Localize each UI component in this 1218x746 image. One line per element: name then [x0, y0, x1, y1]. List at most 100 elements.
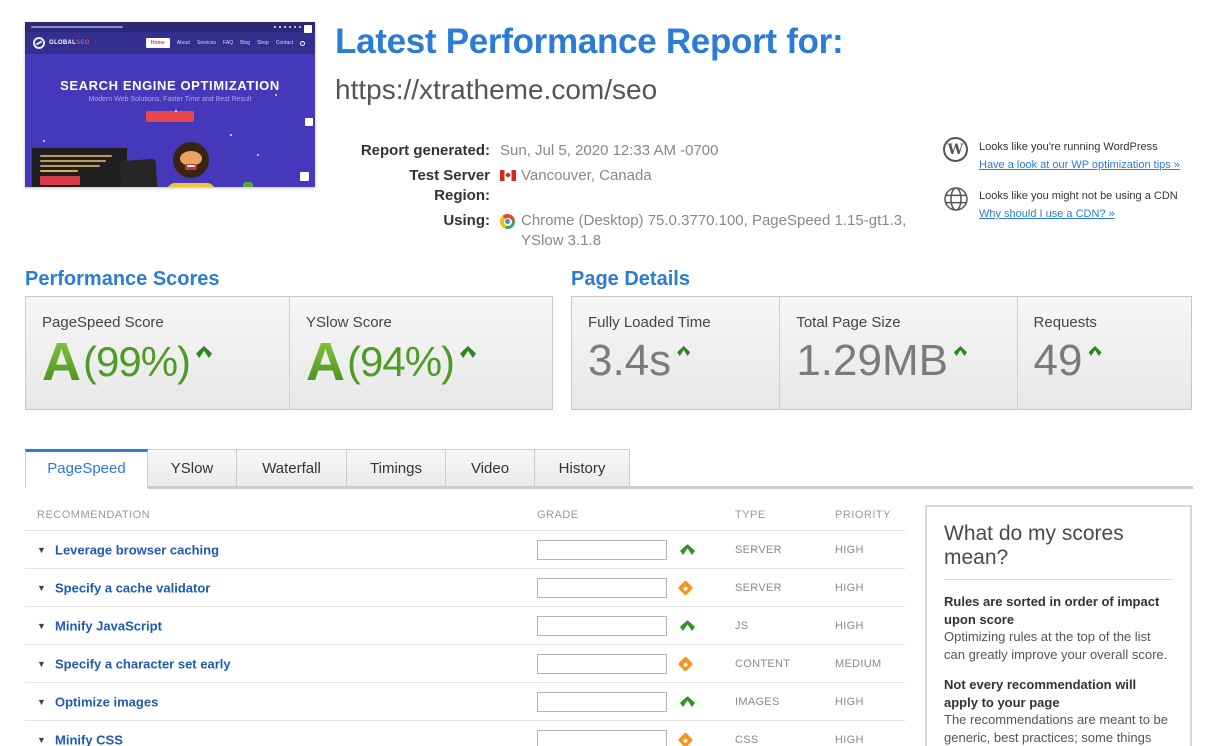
fully-loaded-time-label: Fully Loaded Time [588, 314, 711, 331]
type-value: JS [735, 619, 749, 632]
generated-label: Report generated: [360, 142, 490, 159]
recommendations-table: RECOMMENDATION GRADE TYPE PRIORITY ▼ Lev… [25, 505, 905, 746]
region-label: Test Server Region: [409, 167, 490, 204]
expand-icon[interactable]: ▼ [37, 583, 46, 593]
using-value: Chrome (Desktop) 75.0.3770.100, PageSpee… [500, 211, 940, 251]
cdn-why-link[interactable]: Why should I use a CDN? » [979, 208, 1115, 220]
recommendation-link[interactable]: Optimize images [55, 694, 158, 709]
report-tabs: PageSpeed YSlow Waterfall Timings Video … [25, 449, 630, 488]
requests-value: 49 [1033, 336, 1083, 385]
yslow-score-label: YSlow Score [306, 314, 392, 331]
grade-bar: A (98) [537, 615, 667, 636]
scores-point1-text: Optimizing rules at the top of the list … [944, 629, 1168, 662]
table-row: ▼ Optimize images A (99) IMAGES HIGH [25, 683, 905, 721]
recommendation-link[interactable]: Leverage browser caching [55, 542, 219, 557]
yslow-grade: A [306, 332, 345, 392]
col-recommendation: RECOMMENDATION [37, 509, 151, 521]
performance-scores-box: PageSpeed Score A (99%) YSlow Score A (9… [25, 296, 553, 410]
tab-yslow[interactable]: YSlow [148, 449, 237, 488]
type-value: SERVER [735, 581, 782, 594]
grade-bar: A (94) [537, 577, 667, 598]
region-value: Vancouver, Canada [500, 166, 652, 186]
tab-timings[interactable]: Timings [347, 449, 446, 488]
page-title: Latest Performance Report for: [335, 22, 844, 61]
grade-bar: A (92) [537, 539, 667, 560]
canada-flag-icon [500, 170, 516, 181]
grade-trend-icon [680, 544, 695, 555]
thumb-nav-item: FAQ [223, 40, 234, 46]
fully-loaded-time-value: 3.4s [588, 336, 672, 385]
scores-meaning-heading: What do my scores mean? [944, 522, 1124, 569]
thumb-nav-item: Shop [257, 40, 269, 46]
page-details-box: Fully Loaded Time 3.4s Total Page Size 1… [571, 296, 1192, 410]
total-page-size-value: 1.29MB [796, 336, 948, 385]
priority-value: HIGH [835, 619, 864, 632]
thumb-subheadline: Modern Web Solutions, Faster Time and Be… [88, 96, 252, 103]
table-row: ▼ Specify a cache validator A (94) SERVE… [25, 569, 905, 607]
monitor-shape [119, 158, 159, 187]
trend-up-icon [677, 346, 691, 356]
thumb-topbar [25, 22, 315, 32]
chrome-icon [500, 214, 515, 229]
total-page-size-label: Total Page Size [796, 314, 901, 331]
priority-value: HIGH [835, 543, 864, 556]
col-type: TYPE [735, 509, 766, 521]
type-value: CONTENT [735, 657, 791, 670]
tab-history[interactable]: History [535, 449, 630, 488]
grade-bar: A (99) [537, 691, 667, 712]
expand-icon[interactable]: ▼ [37, 659, 46, 669]
wp-tips-link[interactable]: Have a look at our WP optimization tips … [979, 159, 1180, 171]
thumb-nav-item: Services [196, 40, 217, 46]
thumb-chat-icon [300, 172, 309, 181]
recommendation-link[interactable]: Specify a cache validator [55, 580, 210, 595]
pagespeed-percent: (99%) [83, 338, 191, 385]
priority-value: HIGH [835, 695, 864, 708]
tab-pagespeed[interactable]: PageSpeed [25, 449, 148, 488]
page-details-heading: Page Details [571, 268, 690, 290]
site-thumbnail[interactable]: GLOBALSEO Home About Services FAQ Blog S… [25, 22, 315, 187]
total-page-size-card: Total Page Size 1.29MB [779, 297, 1016, 409]
report-url-link[interactable]: https://xtratheme.com/seo [335, 74, 657, 106]
yslow-score-card: YSlow Score A (94%) [289, 297, 552, 409]
expand-icon[interactable]: ▼ [37, 545, 46, 555]
tab-video[interactable]: Video [446, 449, 535, 488]
recommendations-header: RECOMMENDATION GRADE TYPE PRIORITY [25, 505, 905, 531]
recommendation-link[interactable]: Minify JavaScript [55, 618, 162, 633]
trend-up-icon [953, 346, 967, 356]
pagespeed-score-card: PageSpeed Score A (99%) [26, 297, 289, 409]
scores-point2-title: Not every recommendation will apply to y… [944, 677, 1137, 710]
tabs-divider [148, 486, 1193, 489]
priority-value: HIGH [835, 733, 864, 746]
scores-point1-title: Rules are sorted in order of impact upon… [944, 594, 1160, 627]
table-row: ▼ Minify CSS A (99) CSS HIGH [25, 721, 905, 746]
pagespeed-grade: A [42, 332, 81, 392]
table-row: ▼ Leverage browser caching A (92) SERVER… [25, 531, 905, 569]
thumb-brand: GLOBALSEO [49, 40, 90, 46]
thumb-logo-icon [33, 37, 45, 49]
gtmetrix-report-page: GLOBALSEO Home About Services FAQ Blog S… [0, 0, 1218, 746]
thumb-social-icons [274, 26, 301, 28]
recommendation-link[interactable]: Specify a character set early [55, 656, 231, 671]
priority-value: HIGH [835, 581, 864, 594]
priority-value: MEDIUM [835, 657, 882, 670]
tab-waterfall[interactable]: Waterfall [237, 449, 347, 488]
thumb-cta-button [146, 111, 194, 122]
thumb-headline: SEARCH ENGINE OPTIMIZATION [60, 78, 280, 93]
trend-up-icon [196, 346, 213, 358]
thumb-contact-line [31, 26, 123, 28]
grade-trend-icon [677, 655, 694, 672]
thumb-nav-home: Home [145, 38, 170, 48]
performance-scores-heading: Performance Scores [25, 268, 220, 290]
recommendation-link[interactable]: Minify CSS [55, 732, 123, 746]
type-value: IMAGES [735, 695, 780, 708]
grade-trend-icon [677, 579, 694, 596]
grade-trend-icon [680, 696, 695, 707]
thumb-search-icon [300, 40, 305, 46]
grade-trend-icon [680, 620, 695, 631]
expand-icon[interactable]: ▼ [37, 735, 46, 745]
notices: W Looks like you're running WordPress Ha… [943, 137, 1203, 235]
expand-icon[interactable]: ▼ [37, 697, 46, 707]
grade-bar: A (99) [537, 729, 667, 746]
expand-icon[interactable]: ▼ [37, 621, 46, 631]
thumb-nav-item: About [176, 40, 190, 46]
